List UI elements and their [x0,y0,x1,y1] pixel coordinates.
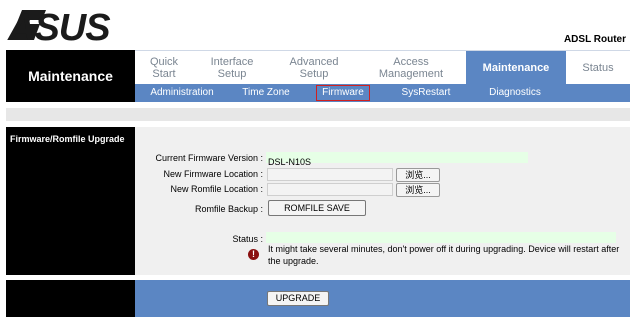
warning-message: It might take several minutes, don't pow… [268,244,620,266]
menu-label: Setup [299,68,329,80]
main-menu: Quick Start Interface Setup Advanced Setup … [135,50,630,85]
browse-firmware-button[interactable]: 浏览... [396,168,440,182]
new-romfile-label: New Romfile Location : [170,184,263,194]
submenu-administration[interactable]: Administration [143,84,221,102]
panel-title: Firmware/Romfile Upgrade [10,134,125,144]
menu-label: Status [582,62,614,74]
status-value-box [266,232,616,243]
romfile-save-button[interactable]: ROMFILE SAVE [268,200,366,216]
menu-label: Access [393,56,429,68]
current-firmware-value: DSL-N10S [268,157,312,167]
divider-strip [6,108,630,121]
menu-maintenance[interactable]: Maintenance [466,51,566,85]
romfile-backup-label: Romfile Backup : [194,204,263,214]
status-label: Status : [232,234,263,244]
footer-bar: UPGRADE [135,280,630,317]
menu-advanced-setup[interactable]: Advanced Setup [271,51,357,85]
product-name: ADSL Router [563,34,626,45]
asus-logo: ASUS [7,7,111,44]
upgrade-button[interactable]: UPGRADE [267,291,329,306]
menu-status[interactable]: Status [566,51,630,85]
menu-interface-setup[interactable]: Interface Setup [193,51,271,85]
current-firmware-label: Current Firmware Version : [155,153,263,163]
menu-label: Maintenance [482,62,550,74]
new-firmware-file-input[interactable] [267,168,393,181]
panel-sidebar [6,127,135,275]
sub-menu: Administration Time Zone Firmware SysRes… [135,84,630,102]
menu-quick-start[interactable]: Quick Start [135,51,193,85]
submenu-diagnostics[interactable]: Diagnostics [480,84,550,102]
menu-label: Management [378,68,444,80]
menu-access-management[interactable]: Access Management [357,51,465,85]
submenu-sysrestart[interactable]: SysRestart [391,84,461,102]
browse-romfile-button[interactable]: 浏览... [396,183,440,197]
current-firmware-value-box: DSL-N10S [266,152,528,167]
menu-label: Quick [149,56,179,68]
menu-label: Interface [210,56,254,68]
menu-label: Start [152,68,176,80]
logo-text: ASUS [7,7,110,44]
menu-label: Advanced [289,56,339,68]
footer-left [6,280,135,317]
menu-label: Setup [217,68,247,80]
warning-icon: ! [248,249,259,260]
new-romfile-file-input[interactable] [267,183,393,196]
submenu-time-zone[interactable]: Time Zone [231,84,301,102]
section-heading: Maintenance [6,50,135,102]
new-firmware-label: New Firmware Location : [163,169,263,179]
submenu-firmware[interactable]: Firmware [315,84,371,102]
